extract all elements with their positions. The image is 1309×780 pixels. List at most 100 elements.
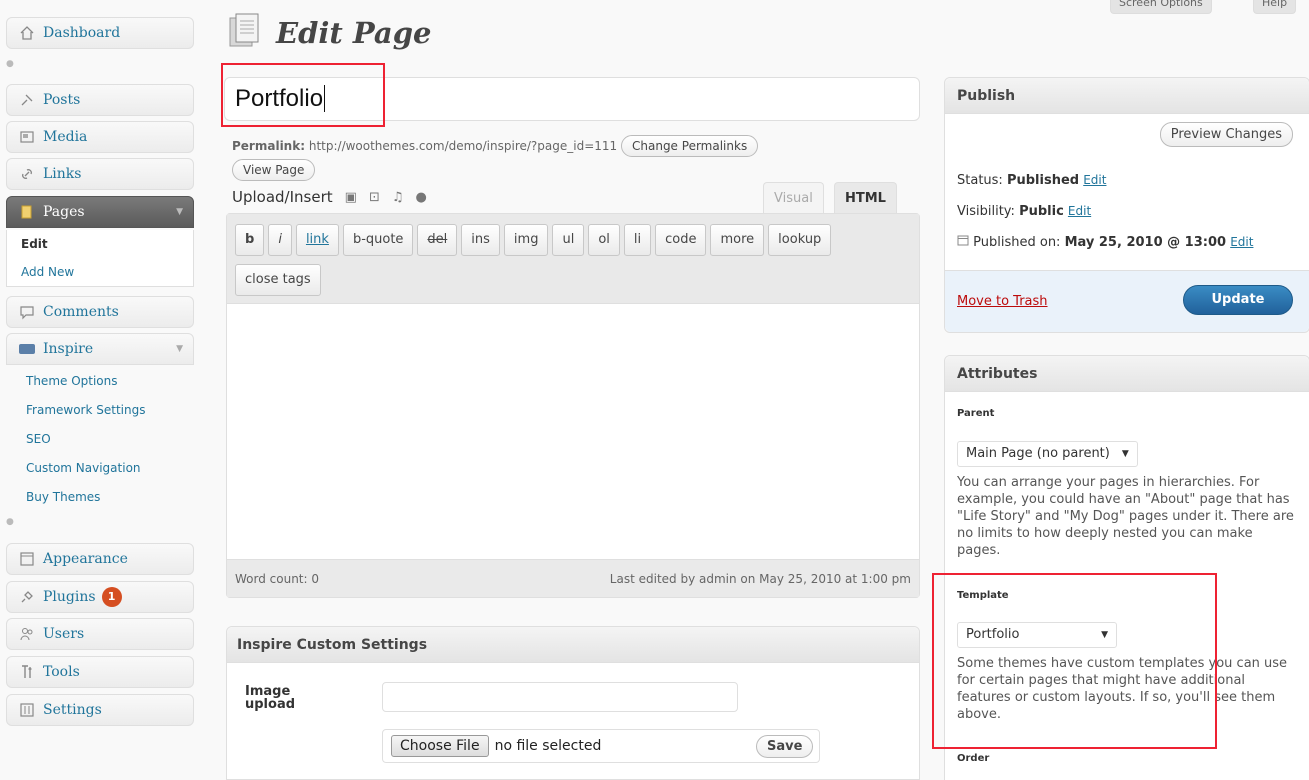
custom-settings-title[interactable]: Inspire Custom Settings: [227, 627, 919, 663]
qt-code-button[interactable]: code: [655, 224, 707, 256]
qt-img-button[interactable]: img: [503, 224, 549, 256]
menu-label: Appearance: [43, 551, 128, 567]
qt-ins-button[interactable]: ins: [461, 224, 500, 256]
tab-html[interactable]: HTML: [834, 182, 897, 214]
chevron-down-icon[interactable]: ▼: [176, 344, 183, 354]
help-tab[interactable]: Help: [1253, 0, 1297, 14]
qt-ol-button[interactable]: ol: [588, 224, 620, 256]
menu-label: Links: [43, 166, 82, 182]
menu-label: Pages: [43, 204, 85, 220]
menu-posts[interactable]: Posts: [6, 84, 194, 116]
edit-date-link[interactable]: Edit: [1230, 235, 1253, 249]
qt-bold-button[interactable]: b: [235, 224, 265, 256]
menu-label: Posts: [43, 92, 81, 108]
chevron-down-icon[interactable]: ▼: [176, 207, 183, 217]
publish-title[interactable]: Publish: [945, 78, 1309, 114]
order-label: Order: [957, 753, 990, 764]
last-edited: Last edited by admin on May 25, 2010 at …: [609, 571, 911, 586]
menu-label: Settings: [43, 702, 102, 718]
editor-container: b i link b-quote del ins img ul ol li co…: [226, 213, 920, 598]
content-textarea[interactable]: [227, 304, 919, 559]
theme-logo-icon: [17, 340, 37, 358]
users-icon: [17, 625, 37, 643]
menu-pages[interactable]: Pages ▼: [6, 196, 194, 228]
menu-separator: ●: [6, 517, 14, 527]
tools-icon: [17, 663, 37, 681]
qt-italic-button[interactable]: i: [268, 224, 292, 256]
menu-label: Dashboard: [43, 25, 121, 41]
change-permalinks-button[interactable]: Change Permalinks: [621, 135, 759, 157]
publish-box: Publish Preview Changes Status: Publishe…: [944, 77, 1309, 333]
menu-inspire[interactable]: Inspire ▼: [6, 333, 194, 365]
dropdown-arrow-icon: ▼: [1121, 449, 1129, 459]
qt-close-tags-button[interactable]: close tags: [235, 263, 321, 296]
comment-icon: [17, 303, 37, 321]
qt-link-button[interactable]: link: [295, 224, 339, 256]
parent-help-text: You can arrange your pages in hierarchie…: [957, 475, 1294, 558]
qt-more-button[interactable]: more: [710, 224, 765, 256]
pages-icon: [17, 203, 37, 221]
parent-label: Parent: [957, 408, 995, 419]
page-header: Edit Page: [228, 12, 431, 54]
attributes-title[interactable]: Attributes: [945, 356, 1309, 392]
edit-visibility-link[interactable]: Edit: [1068, 204, 1091, 218]
status-label: Status:: [957, 173, 1003, 188]
appearance-icon: [17, 550, 37, 568]
screen-options-tab[interactable]: Screen Options: [1110, 0, 1212, 14]
add-audio-icon[interactable]: ♫: [392, 190, 404, 205]
menu-links[interactable]: Links: [6, 158, 194, 190]
visibility-label: Visibility:: [957, 204, 1015, 219]
update-button[interactable]: Update: [1183, 285, 1293, 315]
menu-users[interactable]: Users: [6, 618, 194, 650]
parent-select-value: Main Page (no parent): [966, 446, 1110, 461]
qt-del-button[interactable]: del: [417, 224, 458, 256]
menu-comments[interactable]: Comments: [6, 296, 194, 328]
submenu-edit[interactable]: Edit: [7, 230, 193, 258]
submenu-seo[interactable]: SEO: [6, 425, 194, 454]
choose-file-button[interactable]: Choose File: [391, 735, 489, 757]
edit-status-link[interactable]: Edit: [1083, 173, 1106, 187]
parent-select[interactable]: Main Page (no parent) ▼: [957, 441, 1138, 467]
move-to-trash-link[interactable]: Move to Trash: [957, 294, 1048, 309]
submenu-add-new[interactable]: Add New: [7, 258, 193, 286]
submenu-framework-settings[interactable]: Framework Settings: [6, 396, 194, 425]
menu-appearance[interactable]: Appearance: [6, 543, 194, 575]
menu-plugins[interactable]: Plugins 1: [6, 581, 194, 613]
published-on-label: Published on:: [973, 235, 1061, 250]
add-media-icon[interactable]: ●: [416, 190, 427, 205]
qt-li-button[interactable]: li: [623, 224, 652, 256]
submenu-custom-navigation[interactable]: Custom Navigation: [6, 454, 194, 483]
add-video-icon[interactable]: ⊡: [369, 190, 380, 205]
preview-changes-button[interactable]: Preview Changes: [1159, 122, 1293, 147]
image-upload-label: Image upload: [245, 684, 296, 712]
permalink-url[interactable]: http://woothemes.com/demo/inspire/?page_…: [309, 139, 617, 153]
menu-dashboard[interactable]: Dashboard: [6, 17, 194, 49]
menu-settings[interactable]: Settings: [6, 694, 194, 726]
quicktags-toolbar: b i link b-quote del ins img ul ol li co…: [227, 214, 919, 304]
media-icon: [17, 128, 37, 146]
submenu-theme-options[interactable]: Theme Options: [6, 367, 194, 396]
tab-visual[interactable]: Visual: [763, 182, 824, 214]
status-value: Published: [1006, 173, 1080, 188]
published-on-value: May 25, 2010 @ 13:00: [1064, 235, 1227, 250]
menu-label: Plugins: [43, 589, 96, 605]
published-on-row: Published on: May 25, 2010 @ 13:00 Edit: [957, 234, 1253, 250]
settings-icon: [17, 701, 37, 719]
menu-tools[interactable]: Tools: [6, 656, 194, 688]
add-image-icon[interactable]: ▣: [345, 190, 357, 205]
pages-submenu: Edit Add New: [6, 230, 194, 287]
qt-bquote-button[interactable]: b-quote: [342, 224, 414, 256]
menu-media[interactable]: Media: [6, 121, 194, 153]
permalink-label: Permalink:: [232, 139, 306, 153]
menu-label: Users: [43, 626, 85, 642]
pushpin-icon: [17, 91, 37, 109]
status-row: Status: Published Edit: [957, 173, 1106, 188]
visibility-value: Public: [1019, 204, 1064, 219]
image-url-input[interactable]: [382, 682, 738, 712]
view-page-button[interactable]: View Page: [232, 159, 316, 181]
save-button[interactable]: Save: [756, 735, 814, 758]
qt-lookup-button[interactable]: lookup: [768, 224, 832, 256]
submenu-buy-themes[interactable]: Buy Themes: [6, 483, 194, 512]
qt-ul-button[interactable]: ul: [552, 224, 585, 256]
permalink-row: Permalink: http://woothemes.com/demo/ins…: [232, 135, 912, 181]
